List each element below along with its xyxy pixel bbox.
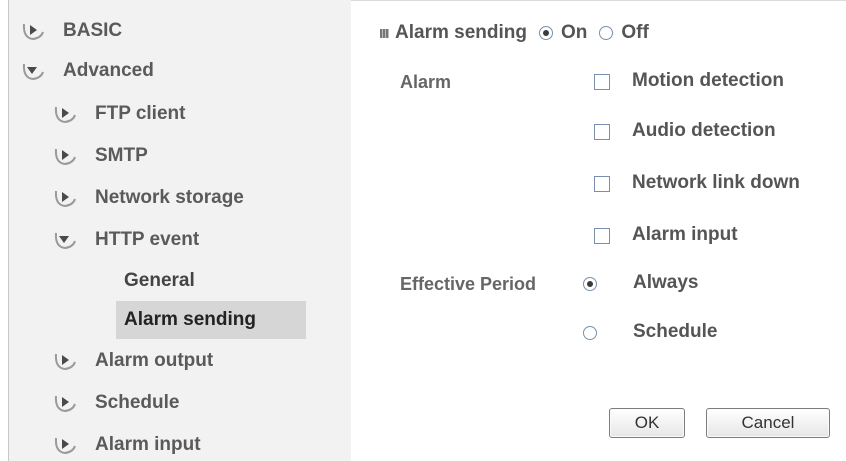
audio-detection-label[interactable]: Audio detection	[632, 120, 776, 142]
alarm-label: Alarm	[400, 72, 452, 92]
network-link-down-checkbox[interactable]	[594, 176, 610, 192]
period-always-label[interactable]: Always	[633, 272, 698, 294]
sidebar-item-smtp[interactable]: SMTP	[53, 141, 148, 171]
sidebar-item-label: Alarm output	[95, 350, 214, 371]
sidebar-item-label: FTP client	[95, 103, 186, 124]
sidebar-item-label: Network storage	[95, 187, 244, 208]
audio-detection-checkbox[interactable]	[594, 124, 610, 140]
network-link-down-label[interactable]: Network link down	[632, 172, 800, 194]
sidebar-item-label: Schedule	[95, 392, 180, 413]
sidebar-item-basic[interactable]: BASIC	[21, 16, 122, 46]
sidebar-item-advanced[interactable]: Advanced	[21, 56, 154, 86]
chevron-right-icon	[53, 434, 79, 456]
ok-button[interactable]: OK	[609, 408, 685, 438]
period-schedule-label[interactable]: Schedule	[633, 321, 717, 343]
sidebar-subitem-alarm-sending[interactable]: Alarm sending	[116, 301, 306, 339]
sidebar-item-http-event[interactable]: HTTP event	[53, 225, 199, 255]
chevron-right-icon	[53, 350, 79, 372]
alarm-sending-row: Alarm sending On Off	[380, 22, 649, 44]
cancel-button[interactable]: Cancel	[706, 408, 830, 438]
sidebar-item-label: SMTP	[95, 145, 148, 166]
effective-period-label: Effective Period	[400, 274, 537, 294]
motion-detection-label[interactable]: Motion detection	[632, 70, 784, 92]
alarm-input-label[interactable]: Alarm input	[632, 224, 738, 246]
sidebar-item-ftp-client[interactable]: FTP client	[53, 99, 185, 129]
alarm-sending-off-label[interactable]: Off	[621, 22, 648, 44]
sidebar-item-label: HTTP event	[95, 229, 200, 250]
bullet-icon	[380, 28, 389, 38]
sidebar-item-schedule[interactable]: Schedule	[53, 388, 179, 418]
chevron-down-icon	[53, 229, 79, 251]
alarm-input-checkbox[interactable]	[594, 228, 610, 244]
sidebar-nav: BASIC Advanced FTP client SMTP Network s…	[8, 0, 351, 461]
motion-detection-checkbox[interactable]	[594, 74, 610, 90]
sidebar-item-alarm-output[interactable]: Alarm output	[53, 346, 213, 376]
sidebar-item-label: Advanced	[63, 60, 154, 81]
period-always-radio[interactable]	[583, 277, 597, 291]
period-schedule-radio[interactable]	[583, 326, 597, 340]
chevron-down-icon	[21, 60, 47, 82]
sidebar-item-network-storage[interactable]: Network storage	[53, 183, 244, 213]
alarm-sending-form: Alarm sending On Off Alarm Motion detect…	[350, 0, 846, 461]
sidebar-subitem-label: General	[124, 270, 195, 291]
sidebar-item-label: Alarm input	[95, 434, 201, 455]
chevron-right-icon	[53, 187, 79, 209]
chevron-right-icon	[53, 145, 79, 167]
alarm-sending-on-radio[interactable]	[538, 26, 553, 40]
sidebar-item-label: BASIC	[63, 20, 123, 41]
chevron-right-icon	[53, 392, 79, 414]
chevron-right-icon	[53, 103, 79, 125]
chevron-right-icon	[21, 20, 47, 42]
alarm-sending-label: Alarm sending	[395, 22, 527, 43]
alarm-sending-off-radio[interactable]	[599, 26, 614, 40]
alarm-sending-on-label[interactable]: On	[561, 22, 587, 44]
sidebar-subitem-general[interactable]: General	[116, 264, 306, 298]
sidebar-item-alarm-input[interactable]: Alarm input	[53, 430, 201, 460]
sidebar-subitem-label: Alarm sending	[124, 309, 256, 330]
